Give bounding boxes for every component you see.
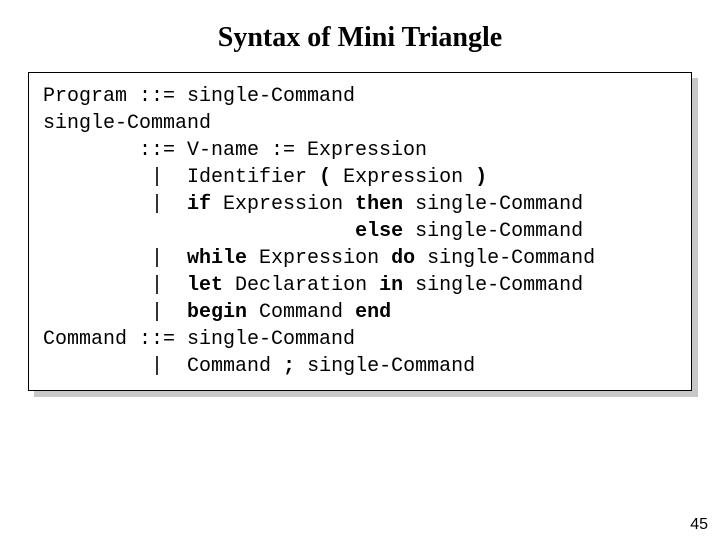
- begin-keyword: begin: [187, 301, 247, 324]
- page-number: 45: [690, 516, 708, 534]
- line-3: ::= V-name := Expression: [43, 139, 427, 162]
- line-8-pre: |: [43, 274, 187, 297]
- end-keyword: end: [355, 301, 391, 324]
- line-1: Program ::= single-Command: [43, 85, 355, 108]
- rparen-keyword: ): [475, 166, 487, 189]
- line-8-post: single-Command: [403, 274, 583, 297]
- line-8-mid: Declaration: [223, 274, 379, 297]
- line-9-mid: Command: [247, 301, 355, 324]
- slide: Syntax of Mini Triangle Program ::= sing…: [0, 0, 720, 540]
- let-keyword: let: [187, 274, 223, 297]
- line-11-post: single-Command: [295, 355, 475, 378]
- line-2: single-Command: [43, 112, 211, 135]
- line-5-mid: Expression: [211, 193, 355, 216]
- lparen-keyword: (: [319, 166, 331, 189]
- line-11-pre: | Command: [43, 355, 283, 378]
- line-5-post: single-Command: [403, 193, 583, 216]
- line-7-pre: |: [43, 247, 187, 270]
- line-6-post: single-Command: [403, 220, 583, 243]
- else-keyword: else: [355, 220, 403, 243]
- if-keyword: if: [187, 193, 211, 216]
- do-keyword: do: [391, 247, 415, 270]
- line-9-pre: |: [43, 301, 187, 324]
- grammar-box-wrap: Program ::= single-Command single-Comman…: [28, 72, 692, 391]
- line-5-pre: |: [43, 193, 187, 216]
- line-4-pre: | Identifier: [43, 166, 319, 189]
- line-4-mid: Expression: [331, 166, 475, 189]
- line-7-post: single-Command: [415, 247, 595, 270]
- line-10: Command ::= single-Command: [43, 328, 355, 351]
- in-keyword: in: [379, 274, 403, 297]
- line-6-pre: [43, 220, 355, 243]
- grammar-box: Program ::= single-Command single-Comman…: [28, 72, 692, 391]
- then-keyword: then: [355, 193, 403, 216]
- while-keyword: while: [187, 247, 247, 270]
- semicolon-keyword: ;: [283, 355, 295, 378]
- line-7-mid: Expression: [247, 247, 391, 270]
- slide-title: Syntax of Mini Triangle: [0, 0, 720, 72]
- grammar-text: Program ::= single-Command single-Comman…: [43, 83, 677, 380]
